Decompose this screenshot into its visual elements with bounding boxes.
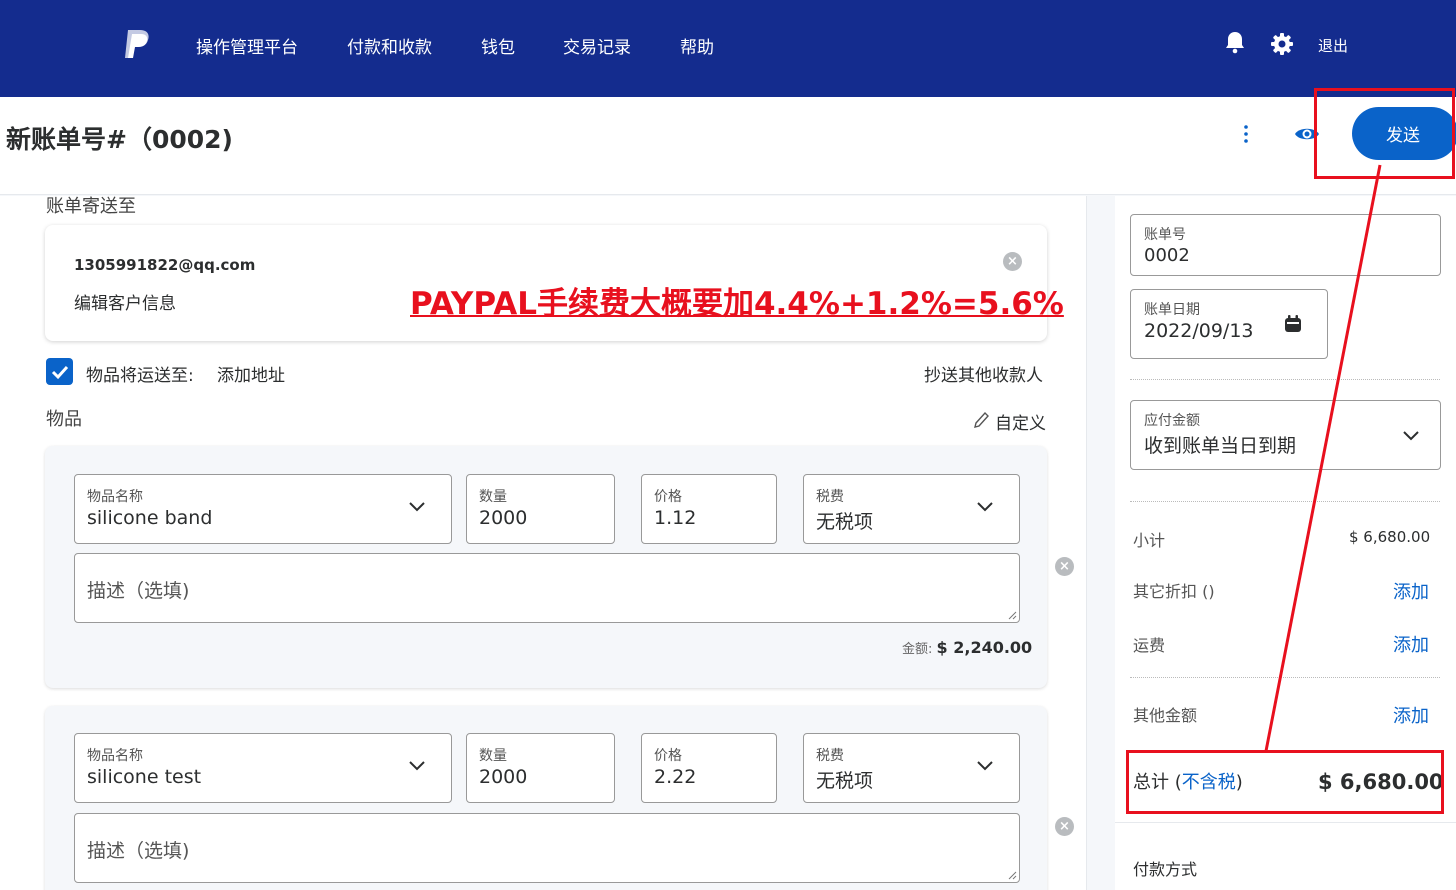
- invoice-number-label: 账单号: [1144, 227, 1186, 243]
- item-name-value: silicone band: [87, 507, 213, 529]
- quantity-label: 数量: [479, 748, 507, 764]
- items-label: 物品: [46, 409, 82, 430]
- price-field[interactable]: 价格 1.12: [641, 474, 777, 544]
- item-amount-label: 金额:: [902, 642, 933, 657]
- tax-select[interactable]: 税费 无税项: [803, 733, 1020, 803]
- chevron-down-icon: [1403, 431, 1419, 441]
- due-date-select[interactable]: 应付金额 收到账单当日到期: [1130, 400, 1441, 470]
- item-amount-value: $ 2,240.00: [936, 638, 1033, 657]
- invoice-number-value: 0002: [1144, 245, 1190, 266]
- nav-item-dashboard[interactable]: 操作管理平台: [196, 33, 298, 58]
- pencil-icon[interactable]: [972, 410, 990, 430]
- bell-icon[interactable]: [1223, 30, 1247, 54]
- quantity-value: 2000: [479, 507, 528, 529]
- price-field[interactable]: 价格 2.22: [641, 733, 777, 803]
- total-value: $ 6,680.00: [1318, 770, 1444, 794]
- price-value: 1.12: [654, 507, 697, 529]
- nav-item-wallet[interactable]: 钱包: [481, 33, 515, 58]
- item-name-field[interactable]: 物品名称 silicone test: [74, 733, 452, 803]
- remove-recipient-icon[interactable]: ×: [1003, 252, 1022, 271]
- chevron-down-icon: [409, 761, 425, 771]
- invoice-date-value: 2022/09/13: [1144, 320, 1254, 342]
- tax-value: 无税项: [816, 511, 874, 533]
- total-label: 总计: [1133, 772, 1169, 793]
- price-label: 价格: [654, 489, 682, 505]
- ship-items-checkbox[interactable]: [46, 358, 73, 385]
- total-label-group: 总计 (不含税): [1133, 768, 1243, 794]
- quantity-value: 2000: [479, 766, 528, 788]
- chevron-down-icon: [977, 502, 993, 512]
- item-name-label: 物品名称: [87, 748, 143, 764]
- description-input[interactable]: 描述（选填): [74, 553, 1020, 623]
- shipping-label: 运费: [1133, 636, 1166, 655]
- divider: [1115, 822, 1456, 823]
- paypal-logo[interactable]: [122, 28, 154, 62]
- price-label: 价格: [654, 748, 682, 764]
- add-shipping-link[interactable]: 添加: [1393, 631, 1429, 657]
- remove-item-icon[interactable]: ×: [1055, 557, 1074, 576]
- quantity-field[interactable]: 数量 2000: [466, 474, 615, 544]
- due-label: 应付金额: [1144, 413, 1200, 429]
- fee-annotation: PAYPAL手续费大概要加4.4%+1.2%=5.6%: [410, 286, 1064, 322]
- chevron-down-icon: [977, 761, 993, 771]
- price-value: 2.22: [654, 766, 697, 788]
- preview-eye-icon[interactable]: [1294, 122, 1320, 146]
- cc-recipients-link[interactable]: 抄送其他收款人: [924, 361, 1043, 386]
- payment-method-label: 付款方式: [1133, 860, 1198, 879]
- ship-items-label: 物品将运送至:: [86, 366, 194, 386]
- invoice-date-label: 账单日期: [1144, 302, 1200, 318]
- quantity-label: 数量: [479, 489, 507, 505]
- tax-label: 税费: [816, 748, 844, 764]
- invoice-number-field[interactable]: 账单号 0002: [1130, 214, 1441, 276]
- total-paren-open: (: [1174, 772, 1182, 793]
- nav-item-activity[interactable]: 交易记录: [563, 33, 631, 58]
- subtotal-label: 小计: [1133, 531, 1166, 550]
- customize-link[interactable]: 自定义: [995, 409, 1046, 434]
- item-name-value: silicone test: [87, 766, 202, 788]
- more-options-icon[interactable]: [1238, 122, 1254, 146]
- nav-item-help[interactable]: 帮助: [680, 33, 714, 58]
- divider: [1130, 501, 1440, 502]
- remove-item-icon[interactable]: ×: [1055, 817, 1074, 836]
- divider: [1130, 677, 1440, 678]
- other-amount-label: 其他金额: [1133, 706, 1198, 725]
- bill-to-label: 账单寄送至: [46, 196, 136, 217]
- resize-handle-icon[interactable]: [1008, 871, 1017, 880]
- divider: [1130, 379, 1440, 380]
- logout-link[interactable]: 退出: [1318, 35, 1348, 56]
- tax-label: 税费: [816, 489, 844, 505]
- send-button[interactable]: 发送: [1352, 107, 1456, 160]
- total-paren-close: ): [1235, 772, 1243, 793]
- discount-label: 其它折扣 (): [1133, 582, 1215, 601]
- subtotal-value: $ 6,680.00: [1349, 528, 1431, 546]
- add-discount-link[interactable]: 添加: [1393, 578, 1429, 604]
- description-input[interactable]: 描述（选填): [74, 813, 1020, 883]
- gear-icon[interactable]: [1270, 32, 1294, 56]
- top-nav: 操作管理平台 付款和收款 钱包 交易记录 帮助 退出: [0, 0, 1456, 97]
- invoice-date-field[interactable]: 账单日期 2022/09/13: [1130, 289, 1328, 359]
- item-name-label: 物品名称: [87, 489, 143, 505]
- add-address-link[interactable]: 添加地址: [217, 361, 285, 386]
- resize-handle-icon[interactable]: [1008, 611, 1017, 620]
- add-other-amount-link[interactable]: 添加: [1393, 702, 1429, 728]
- edit-customer-link[interactable]: 编辑客户信息: [74, 289, 176, 314]
- tax-select[interactable]: 税费 无税项: [803, 474, 1020, 544]
- item-name-field[interactable]: 物品名称 silicone band: [74, 474, 452, 544]
- checkmark-icon: [51, 365, 69, 380]
- description-placeholder: 描述（选填): [87, 580, 190, 602]
- nav-item-payments[interactable]: 付款和收款: [347, 33, 432, 58]
- description-placeholder: 描述（选填): [87, 840, 190, 862]
- quantity-field[interactable]: 数量 2000: [466, 733, 615, 803]
- tax-value: 无税项: [816, 770, 874, 792]
- due-value: 收到账单当日到期: [1144, 435, 1297, 457]
- calendar-icon[interactable]: [1283, 314, 1303, 334]
- page-title: 新账单号#（0002): [6, 125, 233, 154]
- chevron-down-icon: [409, 502, 425, 512]
- item-amount: 金额: $ 2,240.00: [902, 638, 1032, 657]
- tax-excluded-link[interactable]: 不含税: [1182, 772, 1236, 793]
- recipient-email: 1305991822@qq.com: [74, 256, 256, 274]
